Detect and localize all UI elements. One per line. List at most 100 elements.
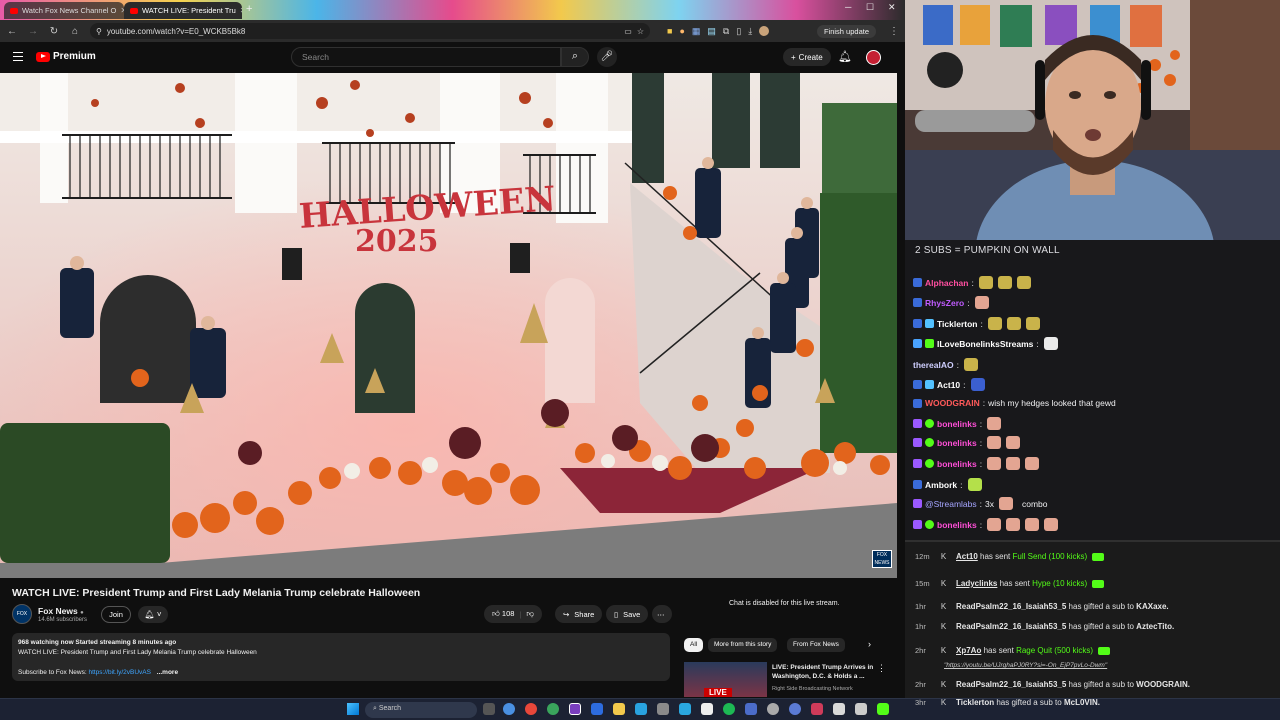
- browser-menu-icon[interactable]: ⋮: [889, 26, 899, 37]
- cast-icon[interactable]: ▭: [624, 27, 632, 36]
- recommended-title[interactable]: LIVE: President Trump Arrives in Washing…: [772, 663, 876, 681]
- event-user[interactable]: Act10: [956, 552, 978, 561]
- guide-menu-icon[interactable]: [13, 52, 23, 61]
- event-target[interactable]: McL0VIN.: [1064, 698, 1100, 707]
- chip-all[interactable]: All: [684, 638, 704, 652]
- app-icon[interactable]: [657, 703, 669, 715]
- chat-username[interactable]: @Streamlabs: [925, 499, 977, 509]
- account-avatar[interactable]: [866, 50, 881, 65]
- recommended-menu-icon[interactable]: ⋮: [877, 663, 886, 674]
- recommended-channel[interactable]: Right Side Broadcasting Network: [772, 686, 853, 692]
- event-target[interactable]: KAXaxe.: [1136, 602, 1168, 611]
- forward-icon[interactable]: →: [27, 26, 39, 37]
- steam-icon[interactable]: [635, 703, 647, 715]
- app-icon[interactable]: [745, 703, 757, 715]
- tab-close-icon[interactable]: ✕: [240, 6, 242, 15]
- new-tab-icon[interactable]: +: [246, 3, 252, 15]
- chrome-icon[interactable]: [525, 703, 537, 715]
- event-user[interactable]: ReadPsalm22_16_Isaiah53_5: [956, 680, 1066, 689]
- obs-icon[interactable]: [569, 703, 581, 715]
- event-target[interactable]: WOODGRAIN.: [1136, 680, 1190, 689]
- video-player[interactable]: HALLOWEEN 2025 FOX NEWS: [0, 73, 897, 578]
- chat-username[interactable]: Alphachan: [925, 278, 968, 288]
- chat-username[interactable]: bonelinks: [937, 459, 977, 469]
- edge-icon[interactable]: [503, 703, 515, 715]
- create-button[interactable]: + Create: [783, 48, 831, 66]
- search-input[interactable]: Search: [291, 47, 561, 67]
- windows-start-icon[interactable]: [347, 703, 359, 715]
- taskbar-search[interactable]: ⌕ Search: [365, 702, 477, 718]
- chat-username[interactable]: therealAO: [913, 360, 954, 370]
- file-explorer-icon[interactable]: [613, 703, 625, 715]
- save-button[interactable]: ▯ Save: [606, 605, 649, 623]
- kick-app-icon[interactable]: [877, 703, 889, 715]
- channel-avatar[interactable]: FOX: [12, 604, 32, 624]
- more-actions-icon[interactable]: ⋯: [652, 605, 672, 623]
- extension-icon[interactable]: ▦: [692, 26, 701, 37]
- event-user[interactable]: ReadPsalm22_16_Isaiah53_5: [956, 622, 1066, 631]
- recommended-thumbnail[interactable]: LIVE: [684, 662, 767, 697]
- extension-icon[interactable]: ■: [667, 26, 672, 36]
- chat-username[interactable]: Ticklerton: [937, 319, 977, 329]
- app-icon[interactable]: [591, 703, 603, 715]
- chip-from-fox-news[interactable]: From Fox News: [787, 638, 845, 652]
- notifications-bell-icon[interactable]: 🔔︎: [838, 50, 852, 63]
- tab-fox-news-channel[interactable]: Watch Fox News Channel O ✕: [4, 2, 124, 19]
- app-icon[interactable]: [789, 703, 801, 715]
- extension-icon[interactable]: ●: [679, 26, 684, 36]
- sidebar-icon[interactable]: ▯: [736, 26, 741, 37]
- chat-username[interactable]: WOODGRAIN: [925, 398, 980, 408]
- like-button[interactable]: 👍︎ 108: [492, 609, 514, 619]
- show-more-link[interactable]: ...more: [157, 669, 178, 676]
- app-icon[interactable]: [855, 703, 867, 715]
- chat-username[interactable]: bonelinks: [937, 520, 977, 530]
- channel-name[interactable]: Fox News ●: [38, 606, 84, 616]
- event-link[interactable]: "https://youtu.be/UJrghaPJ0RY?si=-On_EjP…: [944, 662, 1107, 669]
- event-target[interactable]: AztecTito.: [1136, 622, 1174, 631]
- search-icon[interactable]: ⌕: [561, 47, 589, 67]
- youtube-logo[interactable]: Premium: [36, 51, 96, 62]
- subscribed-bell-button[interactable]: 🔔︎ ˅: [138, 606, 168, 623]
- event-user[interactable]: ReadPsalm22_16_Isaiah53_5: [956, 602, 1066, 611]
- site-info-icon[interactable]: ⚲: [96, 27, 102, 36]
- chip-more-from-story[interactable]: More from this story: [708, 638, 778, 652]
- extension-icon[interactable]: ▤: [707, 26, 716, 37]
- event-user[interactable]: Ticklerton: [956, 698, 994, 707]
- tab-watch-live[interactable]: WATCH LIVE: President Tru ✕: [124, 2, 242, 19]
- join-button[interactable]: Join: [101, 606, 131, 623]
- app-icon[interactable]: [811, 703, 823, 715]
- maximize-icon[interactable]: ☐: [866, 2, 874, 13]
- app-icon[interactable]: [767, 703, 779, 715]
- home-icon[interactable]: ⌂: [69, 26, 81, 37]
- chip-next-icon[interactable]: ›: [868, 639, 871, 649]
- minimize-icon[interactable]: ─: [845, 2, 851, 12]
- chat-username[interactable]: ILoveBonelinksStreams: [937, 339, 1033, 349]
- share-button[interactable]: ↪ Share: [555, 605, 603, 623]
- chat-username[interactable]: bonelinks: [937, 438, 977, 448]
- event-user[interactable]: Ladyclinks: [956, 579, 997, 588]
- back-icon[interactable]: ←: [6, 26, 18, 37]
- microphone-icon[interactable]: 🎤︎: [597, 47, 617, 67]
- chat-username[interactable]: bonelinks: [937, 419, 977, 429]
- chrome-profile-icon[interactable]: [547, 703, 559, 715]
- task-view-icon[interactable]: [483, 703, 495, 715]
- app-icon[interactable]: [701, 703, 713, 715]
- bookmark-star-icon[interactable]: ☆: [637, 27, 644, 36]
- chat-username[interactable]: Ambork: [925, 480, 957, 490]
- downloads-icon[interactable]: ⤓: [748, 26, 752, 37]
- chat-username[interactable]: Act10: [937, 380, 960, 390]
- spotify-icon[interactable]: [723, 703, 735, 715]
- chat-username[interactable]: RhysZero: [925, 298, 964, 308]
- subscribe-link[interactable]: https://bit.ly/2vBUvAS: [88, 669, 151, 676]
- close-window-icon[interactable]: ✕: [888, 2, 896, 13]
- event-user[interactable]: Xp7Ao: [956, 646, 981, 655]
- profile-avatar[interactable]: [759, 26, 770, 36]
- app-icon[interactable]: [679, 703, 691, 715]
- finish-update-button[interactable]: Finish update: [816, 24, 876, 38]
- description-box[interactable]: 968 watching now Started streaming 8 min…: [12, 633, 670, 681]
- extensions-puzzle-icon[interactable]: ⧉: [723, 26, 729, 37]
- dislike-icon[interactable]: 👎︎: [526, 609, 534, 619]
- url-field[interactable]: ⚲ youtube.com/watch?v=E0_WCKB5Bk8 ▭ ☆: [90, 23, 650, 39]
- app-icon[interactable]: [833, 703, 845, 715]
- reload-icon[interactable]: ↻: [48, 26, 60, 37]
